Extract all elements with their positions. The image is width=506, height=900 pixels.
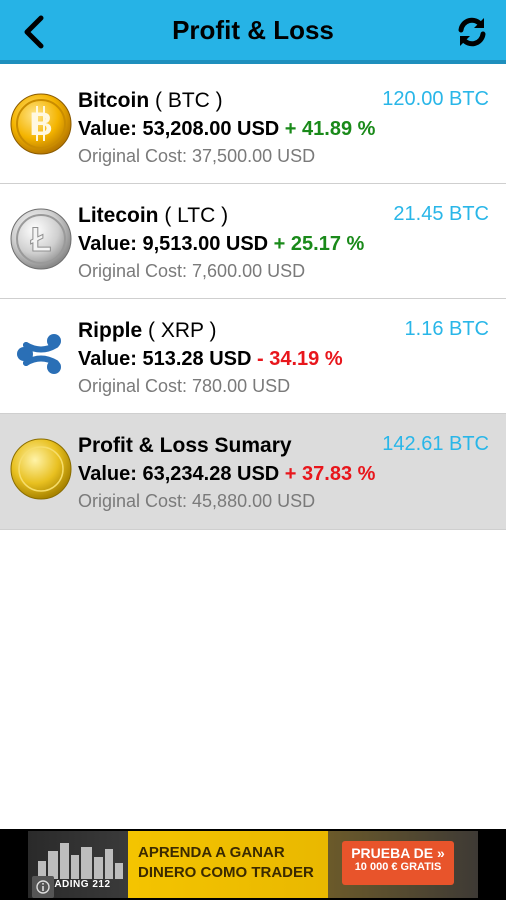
coin-value: Value: 9,513.00 USD (78, 233, 269, 255)
list-item-ripple[interactable]: Ripple ( XRP ) 1.16 BTC Value: 513.28 US… (0, 299, 506, 414)
btc-amount: 120.00 BTC (382, 88, 489, 110)
coin-name: Ripple (78, 319, 143, 342)
coin-name: Bitcoin (78, 89, 150, 112)
gold-coin-icon (10, 438, 72, 500)
original-cost: Original Cost: 780.00 USD (78, 376, 291, 396)
info-icon (36, 880, 50, 894)
coin-name: Litecoin (78, 204, 159, 227)
ad-creative[interactable]: TRADING 212 APRENDA A GANAR DINERO COMO … (28, 831, 478, 898)
ad-info-button[interactable] (32, 876, 54, 898)
summary-value: Value: 63,234.28 USD (78, 463, 280, 485)
list-item-litecoin[interactable]: Ł Litecoin ( LTC ) 21.45 BTC Value: 9,51… (0, 184, 506, 299)
change-percent: + 25.17 % (273, 233, 365, 255)
ad-headline-1: APRENDA A GANAR (138, 844, 285, 861)
coin-symbol: ( BTC ) (155, 89, 223, 112)
btc-amount: 1.16 BTC (404, 318, 489, 340)
list-item-summary[interactable]: Profit & Loss Sumary 142.61 BTC Value: 6… (0, 414, 506, 530)
refresh-icon (458, 17, 486, 47)
list-item-bitcoin[interactable]: B Bitcoin ( BTC ) 120.00 BTC Value: 53,2… (0, 69, 506, 184)
svg-text:B: B (29, 106, 52, 142)
change-percent: + 37.83 % (284, 463, 376, 485)
summary-title: Profit & Loss Sumary (78, 434, 292, 457)
ad-cta-line-2: 10 000 € GRATIS (354, 861, 442, 873)
original-cost: Original Cost: 37,500.00 USD (78, 146, 316, 166)
skyline-icon (38, 843, 123, 879)
ad-banner[interactable]: TRADING 212 APRENDA A GANAR DINERO COMO … (0, 829, 506, 900)
btc-amount: 21.45 BTC (393, 203, 489, 225)
change-percent: + 41.89 % (284, 118, 376, 140)
page-title: Profit & Loss (172, 15, 334, 45)
ad-cta-button[interactable]: PRUEBA DE » 10 000 € GRATIS (342, 841, 454, 885)
coin-value: Value: 513.28 USD (78, 348, 252, 370)
ad-headline-2: DINERO COMO TRADER (138, 864, 314, 881)
btc-amount: 142.61 BTC (382, 433, 489, 455)
svg-text:Ł: Ł (31, 221, 52, 259)
change-percent: - 34.19 % (257, 348, 343, 370)
coin-symbol: ( XRP ) (148, 319, 217, 342)
ad-headline: APRENDA A GANAR DINERO COMO TRADER (138, 843, 314, 883)
refresh-button[interactable] (452, 12, 492, 52)
app-bar: Profit & Loss (0, 0, 506, 64)
coin-list: B Bitcoin ( BTC ) 120.00 BTC Value: 53,2… (0, 69, 506, 530)
bitcoin-icon: B (10, 93, 72, 155)
ad-cta-line-1: PRUEBA DE » (351, 845, 445, 861)
ripple-icon (17, 334, 61, 374)
original-cost: Original Cost: 7,600.00 USD (78, 261, 306, 281)
original-cost: Original Cost: 45,880.00 USD (78, 491, 316, 511)
coin-symbol: ( LTC ) (164, 204, 229, 227)
litecoin-icon: Ł (10, 208, 72, 270)
coin-value: Value: 53,208.00 USD (78, 118, 280, 140)
